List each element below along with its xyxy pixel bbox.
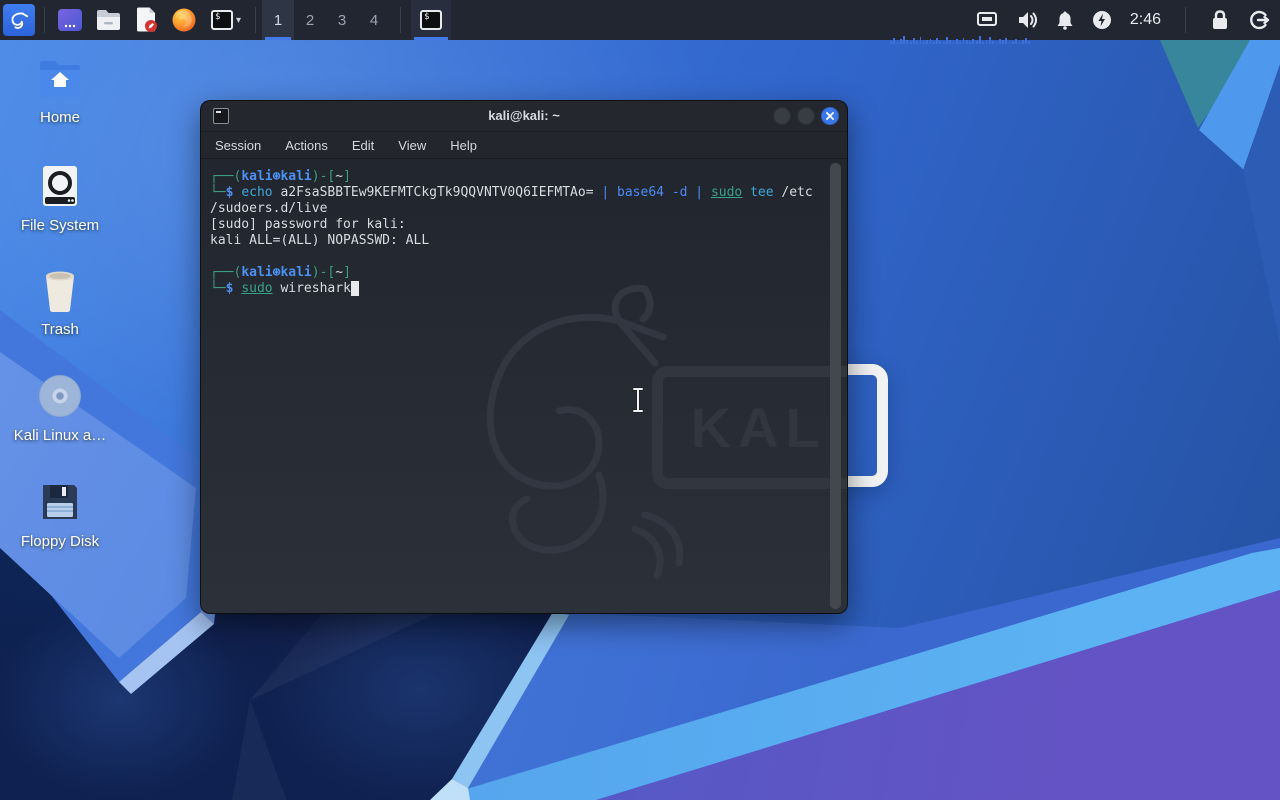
volume-icon[interactable] — [1016, 10, 1038, 30]
launcher-file-manager[interactable] — [89, 0, 127, 40]
top-panel: ▾ 1 2 3 4 — [0, 0, 1280, 40]
kali-watermark-box: KALI — [652, 366, 848, 489]
system-tray: 2:46 — [976, 7, 1280, 33]
logout-icon[interactable] — [1248, 9, 1270, 31]
terminal-scrollbar[interactable] — [830, 163, 841, 609]
desktop-icon-label: Home — [40, 109, 80, 126]
notifications-bell-icon[interactable] — [1056, 10, 1074, 30]
menu-edit[interactable]: Edit — [352, 138, 374, 153]
panel-separator — [400, 7, 401, 33]
launcher-whisker[interactable] — [51, 0, 89, 40]
text-cursor-pointer — [630, 386, 646, 414]
launcher-firefox[interactable] — [165, 0, 203, 40]
power-manager-icon[interactable] — [1092, 10, 1112, 30]
cd-disc-icon — [36, 372, 84, 420]
kali-logo-icon — [8, 9, 30, 31]
menu-actions[interactable]: Actions — [285, 138, 328, 153]
close-icon — [826, 112, 834, 120]
minimize-button[interactable] — [773, 107, 791, 125]
launcher-terminal[interactable]: ▾ — [203, 0, 249, 40]
app-window-icon — [57, 7, 83, 33]
desktop-icon-label: Trash — [41, 321, 79, 338]
terminal-content[interactable]: KALI ┌──(kali⊛kali)-[~]└─$ echo a2FsaSBB… — [201, 159, 847, 614]
panel-separator — [255, 7, 256, 33]
terminal-icon — [420, 10, 442, 30]
window-titlebar[interactable]: kali@kali: ~ — [201, 101, 847, 132]
workspace-2[interactable]: 2 — [294, 0, 326, 40]
window-menubar: Session Actions Edit View Help — [201, 132, 847, 159]
kali-watermark-text: KALI — [691, 395, 848, 460]
window-title: kali@kali: ~ — [201, 101, 847, 131]
desktop-icon-label: File System — [21, 217, 99, 234]
desktop-icon-home[interactable]: Home — [12, 54, 108, 126]
terminal-lines: ┌──(kali⊛kali)-[~]└─$ echo a2FsaSBBTEw9K… — [210, 169, 813, 297]
workspace-4[interactable]: 4 — [358, 0, 390, 40]
desktop-icon-label: Floppy Disk — [21, 533, 99, 550]
desktop-icon-file-system[interactable]: File System — [12, 162, 108, 234]
menu-help[interactable]: Help — [450, 138, 477, 153]
clock[interactable]: 2:46 — [1130, 11, 1161, 29]
lock-screen-icon[interactable] — [1210, 9, 1230, 31]
panel-separator — [1185, 7, 1186, 33]
desktop-icon-label: Kali Linux a… — [14, 427, 107, 444]
panel-separator — [44, 7, 45, 33]
menu-view[interactable]: View — [398, 138, 426, 153]
folder-icon — [95, 8, 122, 32]
firefox-icon — [171, 7, 197, 33]
workspace-1[interactable]: 1 — [262, 0, 294, 40]
chevron-down-icon: ▾ — [236, 15, 241, 26]
network-icon[interactable] — [976, 11, 998, 29]
floppy-disk-icon — [36, 478, 84, 526]
applications-menu-button[interactable] — [3, 4, 35, 36]
menu-session[interactable]: Session — [215, 138, 261, 153]
trash-icon — [36, 266, 84, 314]
workspace-3[interactable]: 3 — [326, 0, 358, 40]
taskbar-item-terminal[interactable] — [411, 0, 451, 40]
desktop-icon-floppy[interactable]: Floppy Disk — [12, 478, 108, 550]
close-button[interactable] — [821, 107, 839, 125]
maximize-button[interactable] — [797, 107, 815, 125]
document-icon — [134, 7, 158, 33]
launcher-text-editor[interactable] — [127, 0, 165, 40]
drive-icon — [36, 162, 84, 210]
desktop: KALI Home File System — [0, 0, 1280, 800]
terminal-icon — [211, 10, 233, 30]
terminal-window: kali@kali: ~ Session Actions Edit View H… — [200, 100, 848, 614]
audio-visualizer — [890, 33, 1030, 44]
home-folder-icon — [36, 54, 84, 102]
desktop-icon-trash[interactable]: Trash — [12, 266, 108, 338]
desktop-icon-kali-cd[interactable]: Kali Linux a… — [12, 372, 108, 444]
